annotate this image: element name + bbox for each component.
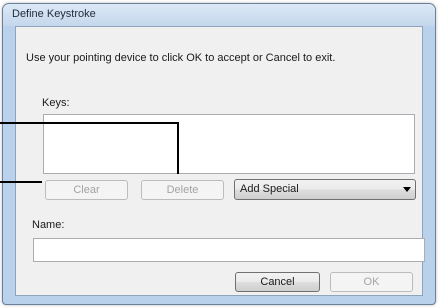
instruction-text: Use your pointing device to click OK to … [26, 52, 336, 64]
ok-button[interactable]: OK [330, 272, 413, 292]
define-keystroke-dialog: Define Keystroke Use your pointing devic… [2, 3, 436, 305]
clear-button[interactable]: Clear [45, 180, 128, 200]
dialog-client-area: Use your pointing device to click OK to … [15, 26, 425, 296]
add-special-selected: Add Special [240, 183, 299, 195]
cancel-button[interactable]: Cancel [235, 272, 320, 292]
dialog-title: Define Keystroke [12, 8, 96, 20]
callout-line-delete-horizontal [0, 122, 179, 124]
keys-label: Keys: [42, 97, 70, 109]
delete-button[interactable]: Delete [141, 180, 224, 200]
screenshot-stage: Define Keystroke Use your pointing devic… [0, 0, 441, 308]
callout-line-clear-horizontal [0, 181, 42, 183]
dialog-titlebar[interactable]: Define Keystroke [3, 4, 435, 26]
name-label: Name: [32, 219, 65, 231]
name-field[interactable] [33, 238, 425, 262]
callout-line-delete-vertical [177, 122, 179, 174]
chevron-down-icon [403, 187, 411, 192]
add-special-dropdown[interactable]: Add Special [234, 179, 416, 200]
